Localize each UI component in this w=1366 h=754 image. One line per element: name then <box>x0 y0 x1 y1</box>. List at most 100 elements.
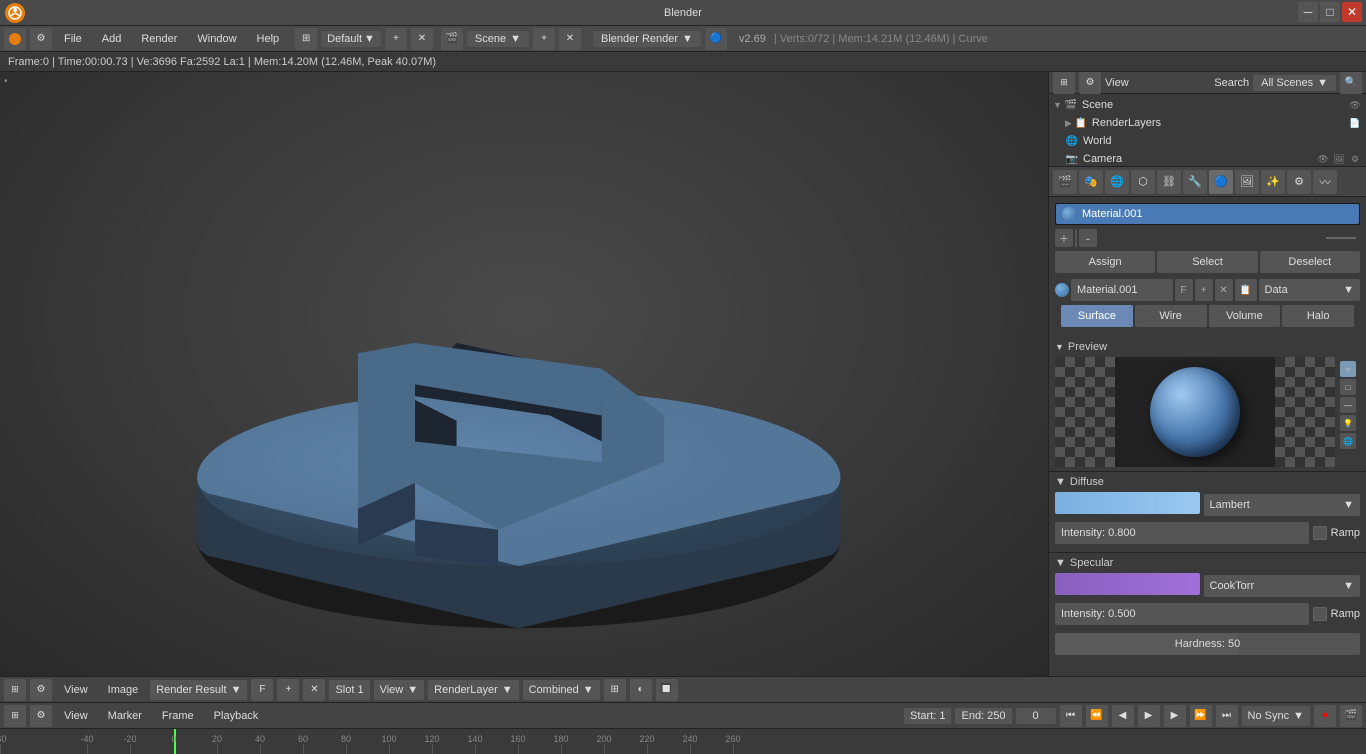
diffuse-color-bar[interactable] <box>1055 492 1200 514</box>
scene-icon-btn[interactable]: 🎬 <box>441 28 463 50</box>
outliner-search-label[interactable]: Search <box>1214 77 1249 89</box>
camera-visibility-icon[interactable]: 👁 <box>1316 152 1330 166</box>
end-frame[interactable]: End: 250 <box>955 708 1011 724</box>
view2-dropdown[interactable]: View ▼ <box>374 680 425 700</box>
assign-button[interactable]: Assign <box>1055 251 1155 273</box>
outliner-view-label[interactable]: View <box>1105 77 1210 89</box>
render-view-label[interactable]: View <box>56 682 96 698</box>
render-bar-icon[interactable]: ⊞ <box>4 679 26 701</box>
outliner-scene-row[interactable]: ▼ 🎬 Scene 👁 <box>1049 96 1366 114</box>
preview-world-btn[interactable]: 🌐 <box>1340 433 1356 449</box>
texture-icon[interactable]: 🖼 <box>1235 170 1259 194</box>
blender-icon-btn[interactable] <box>4 28 26 50</box>
preview-cube-btn[interactable]: □ <box>1340 379 1356 395</box>
render-f-icon[interactable]: F <box>251 679 273 701</box>
playback-label[interactable]: Playback <box>206 708 267 724</box>
deselect-button[interactable]: Deselect <box>1260 251 1360 273</box>
outliner-search-icon[interactable]: 🔍 <box>1340 72 1362 94</box>
constraints-icon[interactable]: ⛓ <box>1157 170 1181 194</box>
render-x-icon[interactable]: ✕ <box>303 679 325 701</box>
menu-window[interactable]: Window <box>189 31 244 47</box>
current-frame[interactable]: 0 <box>1016 708 1056 724</box>
play-btn[interactable]: ▶ <box>1138 705 1160 727</box>
render-icon[interactable]: 🔵 <box>705 28 727 50</box>
mat-copy-button[interactable]: 📋 <box>1235 279 1257 301</box>
camera-settings-icon[interactable]: ⚙ <box>1348 152 1362 166</box>
scene-props-icon[interactable]: 🎭 <box>1079 170 1103 194</box>
render-toggle2-icon[interactable]: ◐ <box>630 679 652 701</box>
render-result-dropdown[interactable]: Render Result ▼ <box>150 680 247 700</box>
render-engine-selector[interactable]: Blender Render ▼ <box>593 31 701 47</box>
outliner-settings-icon[interactable]: ⚙ <box>1079 72 1101 94</box>
scene-selector[interactable]: Scene ▼ <box>467 31 529 47</box>
diffuse-intensity-field[interactable]: Intensity: 0.800 <box>1055 522 1309 544</box>
next-frame-btn[interactable]: ⏩ <box>1190 705 1212 727</box>
physics-icon[interactable]: ⚙ <box>1287 170 1311 194</box>
material-remove-btn[interactable]: - <box>1079 229 1097 247</box>
menu-help[interactable]: Help <box>249 31 288 47</box>
material-icon-btn[interactable]: 🔵 <box>1209 170 1233 194</box>
material-add-btn[interactable]: + <box>1055 229 1073 247</box>
prev-keyframe-btn[interactable]: ◀ <box>1112 705 1134 727</box>
material-list-item[interactable]: Material.001 <box>1056 204 1359 224</box>
workspace-add-icon[interactable]: + <box>385 28 407 50</box>
render-plus-icon[interactable]: + <box>277 679 299 701</box>
render-image-label[interactable]: Image <box>100 682 147 698</box>
specular-header[interactable]: ▼ Specular <box>1055 557 1360 569</box>
scene-add-icon[interactable]: + <box>533 28 555 50</box>
mat-x-button[interactable]: ✕ <box>1215 279 1233 301</box>
skip-end-btn[interactable]: ⏭ <box>1216 705 1238 727</box>
specular-intensity-field[interactable]: Intensity: 0.500 <box>1055 603 1309 625</box>
slot-dropdown[interactable]: Slot 1 <box>329 680 369 700</box>
workspace-close-icon[interactable]: ✕ <box>411 28 433 50</box>
view-label[interactable]: View <box>56 708 96 724</box>
start-frame[interactable]: Start: 1 <box>904 708 951 724</box>
layout-icon[interactable]: ⊞ <box>295 28 317 50</box>
outliner-world-row[interactable]: 🌐 World <box>1049 132 1366 150</box>
timeline-ruler[interactable]: -60 -40 -20 0 20 40 60 80 100 120 140 16… <box>0 729 1366 754</box>
specular-shader-dropdown[interactable]: CookTorr ▼ <box>1204 575 1361 597</box>
prev-frame-btn[interactable]: ⏪ <box>1086 705 1108 727</box>
mat-link-button[interactable]: + <box>1195 279 1213 301</box>
minimize-button[interactable]: ─ <box>1298 2 1318 22</box>
combined-dropdown[interactable]: Combined ▼ <box>523 680 600 700</box>
object-props-icon[interactable]: ⬡ <box>1131 170 1155 194</box>
timeline-icon[interactable]: ⊞ <box>4 705 26 727</box>
curve-data-icon[interactable]: 〰 <box>1313 170 1337 194</box>
preview-light-btn[interactable]: 💡 <box>1340 415 1356 431</box>
particles-icon[interactable]: ✨ <box>1261 170 1285 194</box>
hardness-slider[interactable]: Hardness: 50 <box>1055 633 1360 655</box>
specular-ramp-checkbox[interactable] <box>1313 607 1327 621</box>
diffuse-header[interactable]: ▼ Diffuse <box>1055 476 1360 488</box>
viewport[interactable]: • <box>0 72 1048 676</box>
data-dropdown[interactable]: Data ▼ <box>1259 279 1361 301</box>
select-button[interactable]: Select <box>1157 251 1257 273</box>
menu-settings-icon[interactable]: ⚙ <box>30 28 52 50</box>
frame-label[interactable]: Frame <box>154 708 202 724</box>
menu-file[interactable]: File <box>56 31 90 47</box>
tab-wire[interactable]: Wire <box>1135 305 1207 327</box>
world-props-icon[interactable]: 🌐 <box>1105 170 1129 194</box>
marker-label[interactable]: Marker <box>100 708 150 724</box>
menu-render[interactable]: Render <box>133 31 185 47</box>
maximize-button[interactable]: □ <box>1320 2 1340 22</box>
sync-dropdown[interactable]: No Sync ▼ <box>1242 706 1310 726</box>
close-button[interactable]: ✕ <box>1342 2 1362 22</box>
camera-render-icon[interactable]: 🖼 <box>1332 152 1346 166</box>
scene-close-icon[interactable]: ✕ <box>559 28 581 50</box>
outliner-camera-row[interactable]: 📷 Camera 👁 🖼 ⚙ <box>1049 150 1366 167</box>
menu-add[interactable]: Add <box>94 31 130 47</box>
preview-sphere-btn[interactable]: ○ <box>1340 361 1356 377</box>
render-toggle1-icon[interactable]: ⊞ <box>604 679 626 701</box>
all-scenes-dropdown[interactable]: All Scenes▼ <box>1253 75 1336 91</box>
next-keyframe-btn[interactable]: ▶ <box>1164 705 1186 727</box>
preview-header[interactable]: ▼ Preview <box>1055 341 1360 353</box>
specular-color-bar[interactable] <box>1055 573 1200 595</box>
render-props-icon[interactable]: 🎬 <box>1053 170 1077 194</box>
outliner-renderlayers-row[interactable]: ▶ 📋 RenderLayers 📄 <box>1049 114 1366 132</box>
anim-icon2[interactable]: 🎬 <box>1340 705 1362 727</box>
timeline-settings[interactable]: ⚙ <box>30 705 52 727</box>
skip-start-btn[interactable]: ⏮ <box>1060 705 1082 727</box>
renderlayer-dropdown[interactable]: RenderLayer ▼ <box>428 680 518 700</box>
workspace-selector[interactable]: Default ▼ <box>321 31 381 47</box>
